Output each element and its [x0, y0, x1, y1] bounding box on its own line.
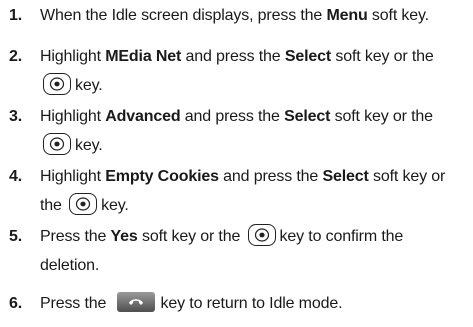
- step-line: Highlight MEdia Net and press the Select…: [40, 42, 473, 71]
- step-text: key to confirm the: [279, 228, 404, 245]
- step-text: When the Idle screen displays, press the: [40, 7, 327, 24]
- step-text: and press the: [218, 168, 323, 185]
- yes-key-label: Yes: [110, 228, 138, 245]
- center-select-key-icon: [43, 73, 71, 95]
- step-text: Highlight: [40, 168, 106, 185]
- step-text: the: [40, 197, 67, 214]
- step-number: 3.: [9, 108, 23, 125]
- center-select-key-icon: [43, 133, 71, 155]
- step-text: Press the: [40, 228, 111, 245]
- step-text: soft key or the: [331, 48, 434, 65]
- step-text: soft key or: [368, 168, 446, 185]
- step-4: 4. Highlight Empty Cookies and press the…: [0, 162, 473, 220]
- center-select-key-icon: [69, 193, 98, 215]
- step-number: 4.: [9, 168, 23, 185]
- step-text: and press the: [180, 108, 285, 125]
- step-line: deletion.: [40, 251, 473, 280]
- step-text: key.: [75, 77, 103, 94]
- step-text: key to return to Idle mode.: [160, 295, 343, 312]
- step-3: 3. Highlight Advanced and press the Sele…: [0, 102, 473, 160]
- step-6: 6. Press the key to return to Idle mode.: [0, 289, 473, 318]
- step-text: Press the: [40, 295, 111, 312]
- step-text: soft key or the: [330, 108, 433, 125]
- step-5: 5. Press the Yes soft key or the key to …: [0, 222, 473, 280]
- media-net-label: MEdia Net: [105, 48, 182, 65]
- step-text: soft key.: [367, 7, 429, 24]
- step-number: 6.: [9, 295, 23, 312]
- step-text: Highlight: [40, 48, 106, 65]
- step-text: key.: [75, 137, 103, 154]
- step-line: key.: [40, 131, 473, 160]
- step-line: Highlight Empty Cookies and press the Se…: [40, 162, 473, 191]
- step-text: key.: [101, 197, 129, 214]
- step-line: key.: [40, 71, 473, 100]
- step-number: 5.: [9, 228, 23, 245]
- step-text: deletion.: [40, 257, 100, 274]
- step-text: Highlight: [40, 108, 106, 125]
- step-2: 2. Highlight MEdia Net and press the Sel…: [0, 42, 473, 100]
- end-call-key-icon: [116, 292, 155, 312]
- step-line: Press the Yes soft key or the key to con…: [40, 222, 473, 251]
- select-key-label: Select: [284, 48, 332, 65]
- step-1: 1. When the Idle screen displays, press …: [0, 1, 473, 30]
- step-line: Highlight Advanced and press the Select …: [40, 102, 473, 131]
- menu-key-label: Menu: [326, 7, 368, 24]
- select-key-label: Select: [284, 108, 331, 125]
- center-select-key-icon: [247, 224, 276, 246]
- empty-cookies-label: Empty Cookies: [105, 168, 219, 185]
- step-number: 2.: [9, 48, 23, 65]
- step-number: 1.: [9, 7, 23, 24]
- advanced-label: Advanced: [105, 108, 181, 125]
- step-text: and press the: [181, 48, 285, 65]
- select-key-label: Select: [322, 168, 369, 185]
- step-text: soft key or the: [137, 228, 245, 245]
- step-line: the key.: [40, 191, 473, 220]
